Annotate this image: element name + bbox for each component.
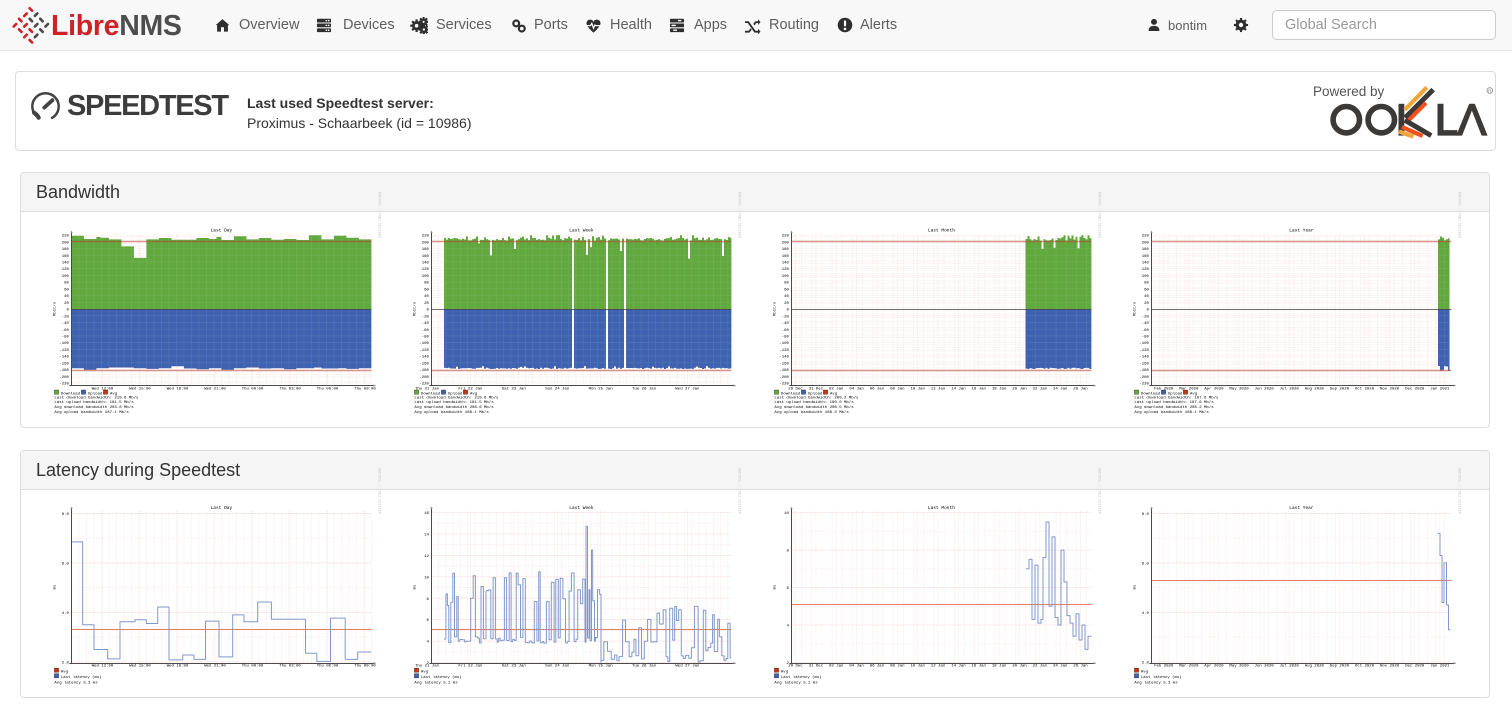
svg-text:Jul 2020: Jul 2020 <box>1280 663 1300 668</box>
svg-text:Oct 2020: Oct 2020 <box>1355 664 1375 668</box>
svg-text:Last latency (ms): Last latency (ms) <box>61 675 102 680</box>
svg-text:10: 10 <box>784 512 789 516</box>
svg-text:04 Jan: 04 Jan <box>849 664 864 668</box>
svg-text:20 Jan: 20 Jan <box>1012 664 1027 668</box>
svg-text:10: 10 <box>424 576 429 580</box>
svg-text:Avg: Avg <box>781 670 789 674</box>
svg-text:24 Jan: 24 Jan <box>1053 664 1068 668</box>
svg-text:ms: ms <box>773 584 777 589</box>
svg-text:Wed 18:00: Wed 18:00 <box>167 663 189 668</box>
svg-text:Avg latency 5.3 ms: Avg latency 5.3 ms <box>1134 681 1178 686</box>
svg-text:06 Jan: 06 Jan <box>870 664 885 668</box>
svg-text:18 Jan: 18 Jan <box>992 664 1007 668</box>
svg-text:Aug 2020: Aug 2020 <box>1305 664 1325 668</box>
svg-text:26 Jan: 26 Jan <box>1073 664 1088 668</box>
svg-text:Avg: Avg <box>61 670 69 674</box>
svg-text:Sun 24 Jan: Sun 24 Jan <box>545 664 570 668</box>
svg-text:Avg latency 5.1 ms: Avg latency 5.1 ms <box>414 681 458 686</box>
svg-text:Last latency (ms): Last latency (ms) <box>781 675 822 680</box>
svg-text:02 Jan: 02 Jan <box>829 664 844 668</box>
svg-text:Thu 21 Jan: Thu 21 Jan <box>415 663 440 668</box>
svg-text:Last Day: Last Day <box>211 505 233 511</box>
svg-text:Wed 15:00: Wed 15:00 <box>129 663 151 668</box>
svg-text:4.0: 4.0 <box>62 612 70 616</box>
svg-text:22 Jan: 22 Jan <box>1033 664 1048 668</box>
svg-text:RRDTOOL / TOBI OETIKER: RRDTOOL / TOBI OETIKER <box>736 468 741 515</box>
svg-text:Last Month: Last Month <box>928 505 955 511</box>
svg-text:Dec 2020: Dec 2020 <box>1405 664 1425 668</box>
svg-text:ms: ms <box>53 584 57 589</box>
svg-text:Last Year: Last Year <box>1289 505 1314 511</box>
svg-text:Last latency (ms): Last latency (ms) <box>421 675 462 680</box>
svg-text:Thu 06:00: Thu 06:00 <box>317 663 339 668</box>
svg-text:4: 4 <box>786 625 789 629</box>
svg-text:Last latency (ms): Last latency (ms) <box>1141 675 1182 680</box>
svg-text:6: 6 <box>786 587 789 591</box>
svg-text:Mar 2020: Mar 2020 <box>1179 663 1199 668</box>
svg-text:8: 8 <box>786 550 789 554</box>
svg-text:Thu 09:00: Thu 09:00 <box>354 663 376 668</box>
svg-text:31 Dec: 31 Dec <box>809 664 824 668</box>
svg-text:RRDTOOL / TOBI OETIKER: RRDTOOL / TOBI OETIKER <box>376 468 381 515</box>
svg-text:6: 6 <box>426 619 429 623</box>
svg-text:8.0: 8.0 <box>62 513 70 517</box>
svg-text:Avg latency 5.1 ms: Avg latency 5.1 ms <box>774 681 818 686</box>
svg-text:14 Jan: 14 Jan <box>951 664 966 668</box>
svg-text:Wed 27 Jan: Wed 27 Jan <box>675 663 700 668</box>
svg-text:Avg latency 3.3 ms: Avg latency 3.3 ms <box>54 681 98 686</box>
svg-text:2.0: 2.0 <box>62 662 70 666</box>
svg-text:Wed 12:00: Wed 12:00 <box>92 663 114 668</box>
svg-text:8: 8 <box>426 598 429 602</box>
svg-text:Jun 2020: Jun 2020 <box>1254 664 1274 668</box>
svg-text:6.0: 6.0 <box>62 563 70 567</box>
svg-text:Feb 2020: Feb 2020 <box>1154 663 1174 668</box>
svg-text:2.0: 2.0 <box>1142 662 1150 666</box>
svg-text:4.0: 4.0 <box>1142 612 1150 616</box>
svg-text:8.0: 8.0 <box>1142 513 1150 517</box>
svg-text:6.0: 6.0 <box>1142 563 1150 567</box>
svg-text:14: 14 <box>424 534 429 538</box>
svg-text:Jan 2021: Jan 2021 <box>1430 664 1450 668</box>
svg-text:12: 12 <box>424 555 429 559</box>
svg-text:4: 4 <box>426 641 429 645</box>
svg-text:Nov 2020: Nov 2020 <box>1380 664 1400 668</box>
svg-text:RRDTOOL / TOBI OETIKER: RRDTOOL / TOBI OETIKER <box>1096 468 1101 515</box>
svg-text:16: 16 <box>424 512 429 516</box>
svg-text:29 Dec: 29 Dec <box>788 664 803 668</box>
svg-text:Sat 23 Jan: Sat 23 Jan <box>502 664 527 668</box>
svg-text:08 Jan: 08 Jan <box>890 664 905 668</box>
svg-text:Tue 26 Jan: Tue 26 Jan <box>632 664 657 668</box>
svg-text:Thu 03:00: Thu 03:00 <box>279 663 301 668</box>
svg-text:Avg: Avg <box>1141 670 1149 674</box>
svg-text:Sep 2020: Sep 2020 <box>1330 664 1350 668</box>
svg-text:RRDTOOL / TOBI OETIKER: RRDTOOL / TOBI OETIKER <box>1456 468 1461 515</box>
svg-text:10 Jan: 10 Jan <box>910 664 925 668</box>
svg-text:Thu 00:00: Thu 00:00 <box>242 663 264 668</box>
svg-text:16 Jan: 16 Jan <box>971 664 986 668</box>
svg-text:May 2020: May 2020 <box>1229 664 1249 668</box>
svg-text:ms: ms <box>1133 584 1137 589</box>
svg-text:Avg: Avg <box>421 670 429 674</box>
svg-text:Fri 22 Jan: Fri 22 Jan <box>458 663 483 668</box>
svg-text:Last Week: Last Week <box>569 505 594 511</box>
svg-text:12 Jan: 12 Jan <box>931 664 946 668</box>
svg-text:Mon 25 Jan: Mon 25 Jan <box>589 664 614 668</box>
svg-text:Wed 21:00: Wed 21:00 <box>204 663 226 668</box>
svg-text:Apr 2020: Apr 2020 <box>1204 663 1224 668</box>
svg-text:ms: ms <box>413 584 417 589</box>
